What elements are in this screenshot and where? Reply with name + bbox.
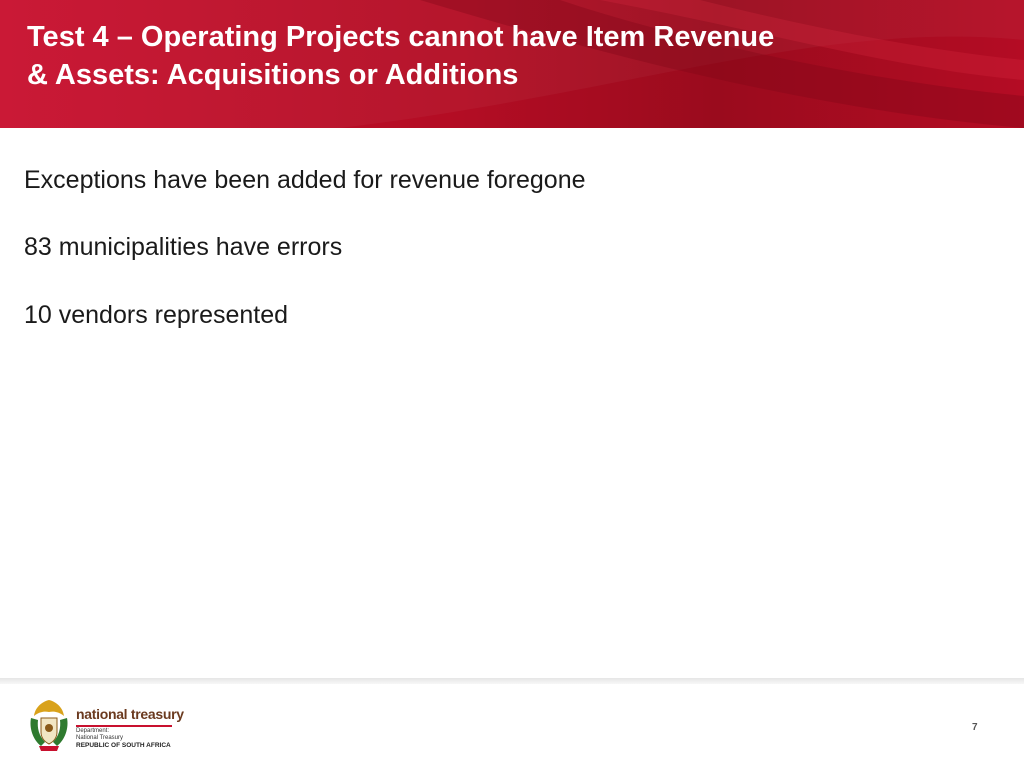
- body-text-vendors: 10 vendors represented: [24, 301, 289, 329]
- logo-country: REPUBLIC OF SOUTH AFRICA: [76, 742, 171, 749]
- slide-title-line-1: Test 4 – Operating Projects cannot have …: [27, 21, 775, 53]
- logo-department-name: National Treasury: [76, 735, 124, 741]
- page-number: 7: [972, 722, 978, 733]
- slide-header: Test 4 – Operating Projects cannot have …: [0, 0, 1024, 128]
- slide-title: Test 4 – Operating Projects cannot have …: [27, 18, 987, 94]
- slide-title-line-2: & Assets: Acquisitions or Additions: [27, 59, 519, 91]
- body-text-municipalities: 83 municipalities have errors: [24, 233, 343, 261]
- logo-department: Department:: [76, 728, 110, 734]
- logo-wordmark: national treasury: [76, 706, 184, 722]
- body-text-exceptions: Exceptions have been added for revenue f…: [24, 166, 586, 194]
- logo-underline: [76, 725, 172, 727]
- coat-of-arms-icon: [30, 700, 68, 751]
